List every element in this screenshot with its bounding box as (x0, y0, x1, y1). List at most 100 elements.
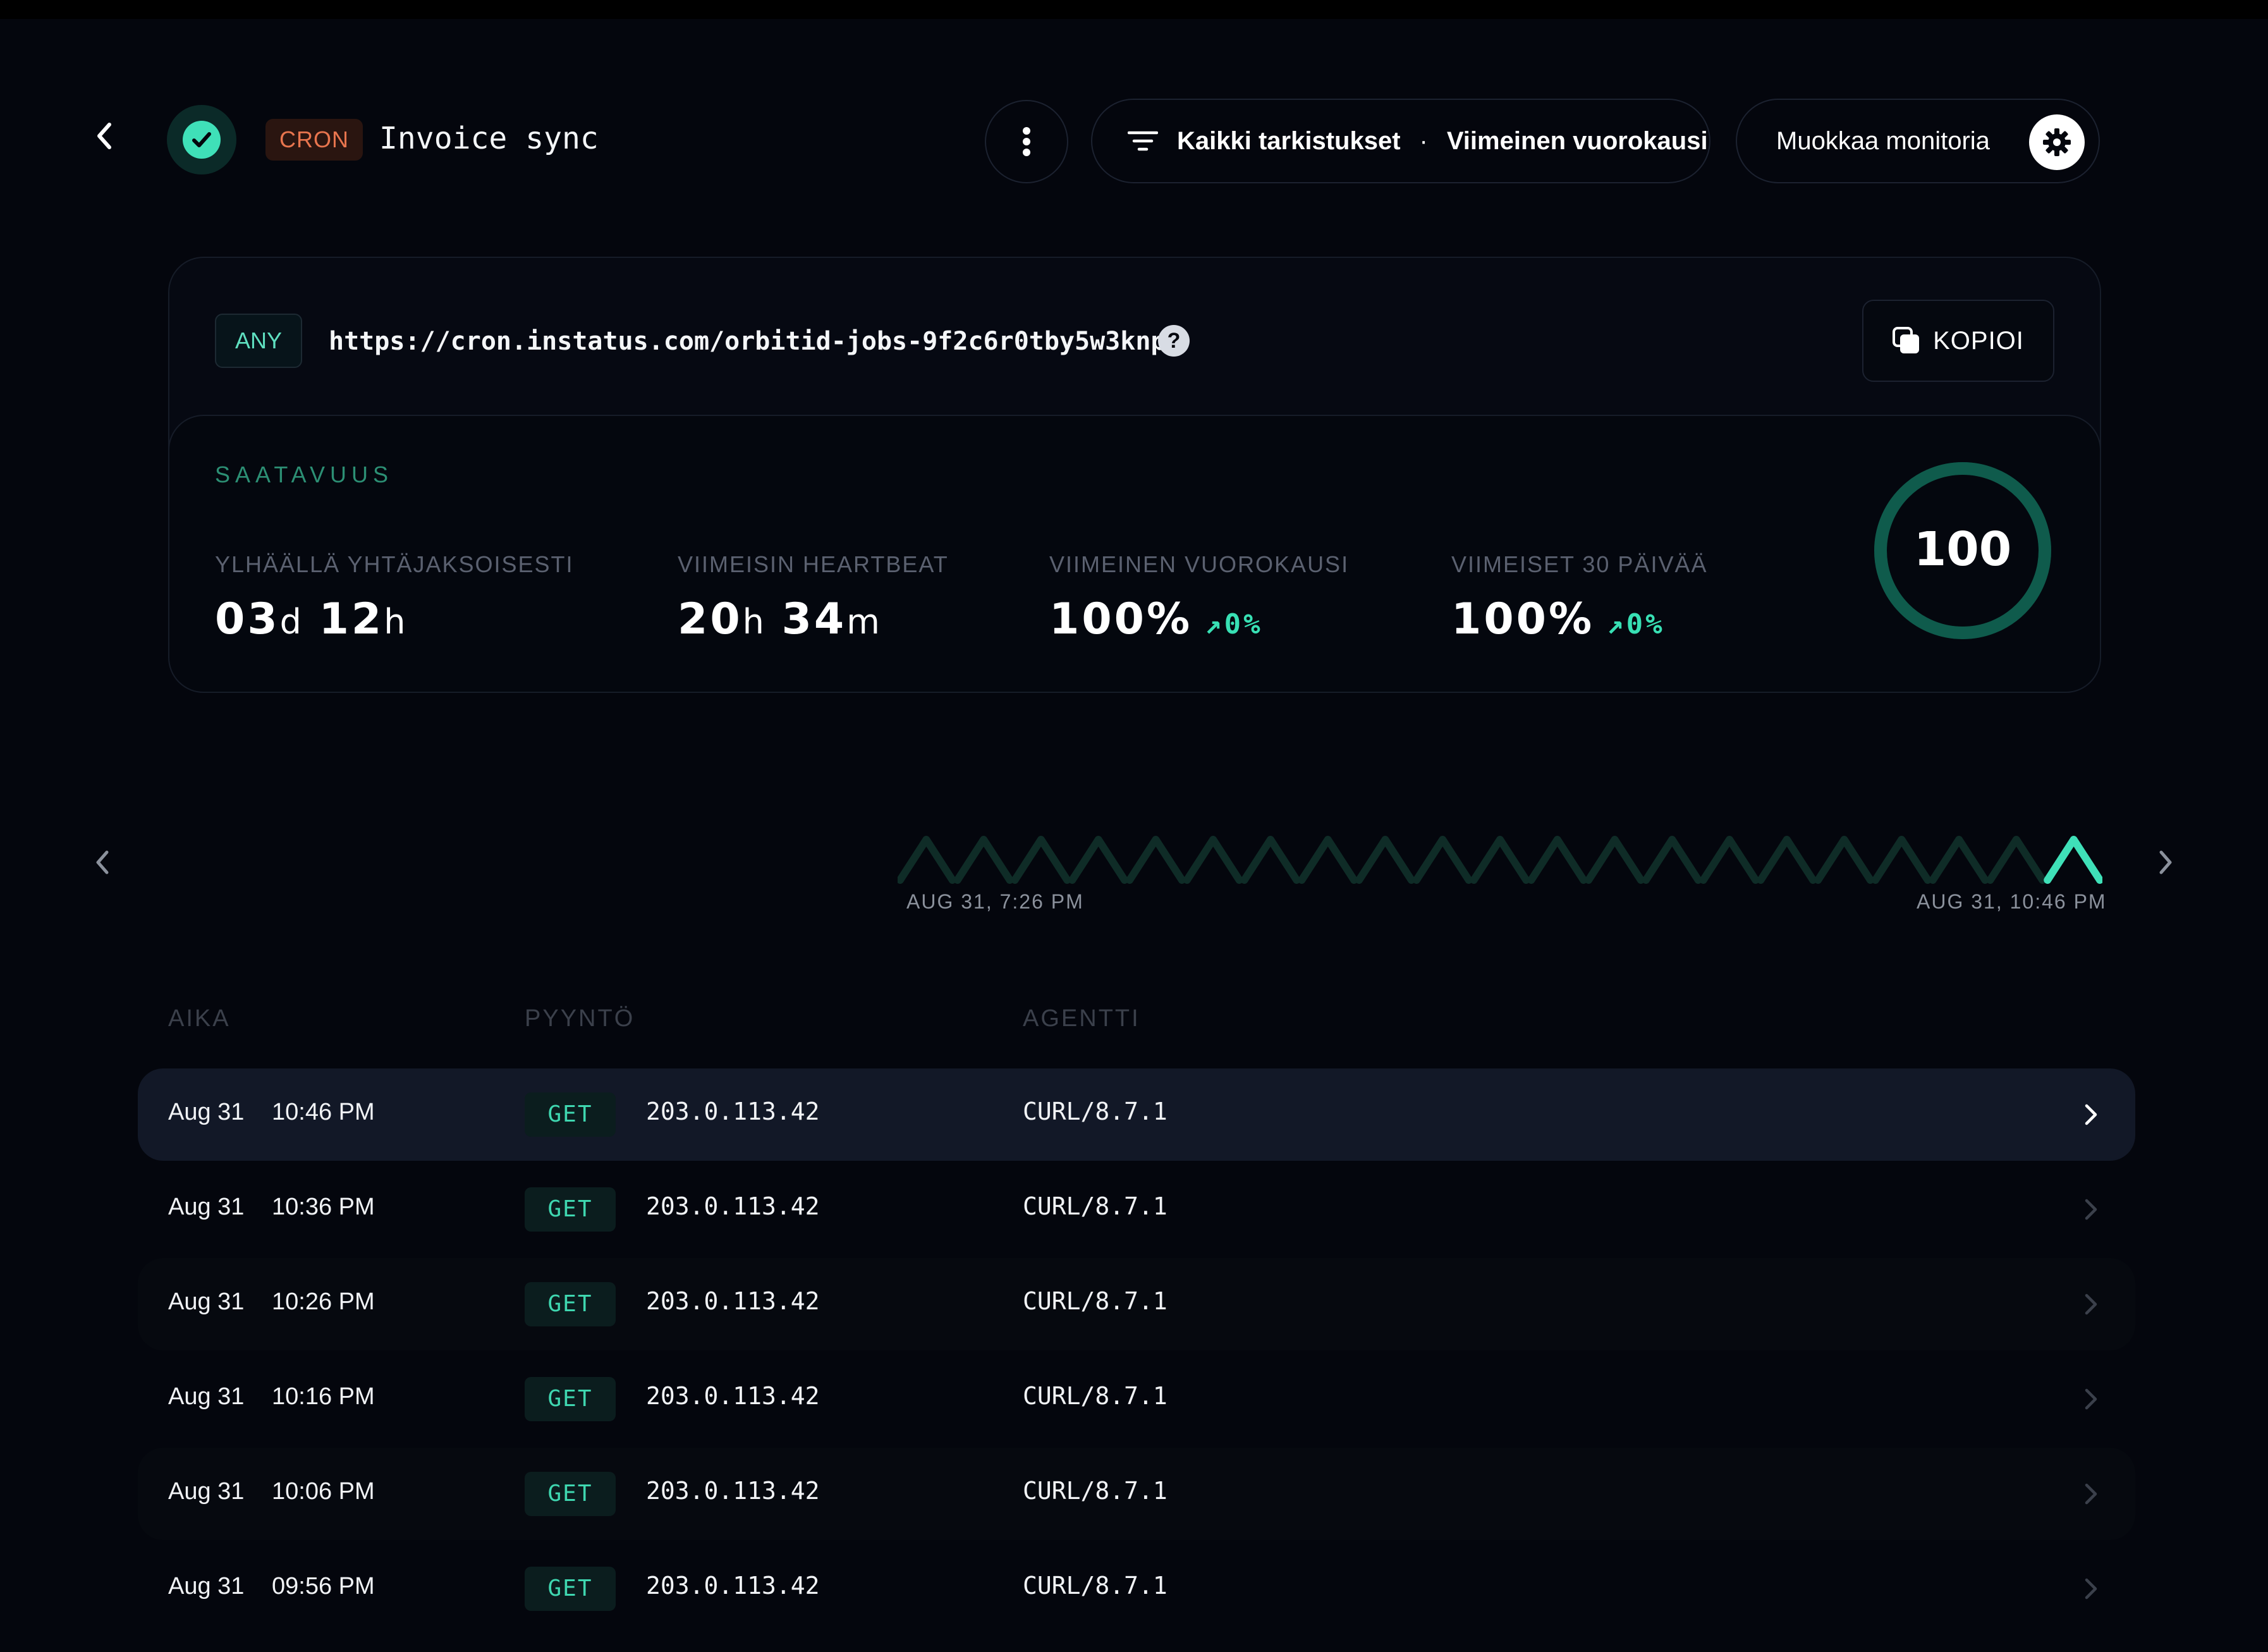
row-user-agent: CURL/8.7.1 (1023, 1477, 1168, 1505)
table-row[interactable]: Aug 31 09:56 PM GET 203.0.113.42 CURL/8.7.1 (138, 1543, 2135, 1635)
heartbeat-label: VIIMEISIN HEARTBEAT (678, 551, 949, 577)
availability-score: 100 (1914, 522, 2011, 577)
question-circle-icon[interactable]: ? (1158, 325, 1190, 357)
gear-icon (2029, 114, 2085, 170)
heartbeat-mark[interactable] (2044, 836, 2102, 884)
heartbeat-mark[interactable] (1183, 836, 1243, 884)
heartbeat-mark[interactable] (1527, 836, 1588, 884)
monitor-endpoint-card: ANY https://cron.instatus.com/orbitid-jo… (168, 257, 2101, 693)
timeline-next-button[interactable] (2147, 843, 2185, 881)
filter-checks-label: Kaikki tarkistukset (1177, 126, 1401, 155)
heartbeat-mark[interactable] (1929, 836, 1989, 884)
chevron-right-icon (2085, 1483, 2097, 1505)
row-user-agent: CURL/8.7.1 (1023, 1098, 1168, 1125)
heartbeat-hours-unit: h (742, 602, 764, 642)
row-user-agent: CURL/8.7.1 (1023, 1192, 1168, 1220)
month-uptime-percent: 100% (1451, 594, 1595, 644)
row-time: 10:06 PM (272, 1478, 375, 1505)
row-user-agent: CURL/8.7.1 (1023, 1287, 1168, 1315)
chevron-right-icon (2085, 1199, 2097, 1220)
row-date: Aug 31 (168, 1099, 245, 1125)
edit-monitor-label: Muokkaa monitoria (1776, 126, 1990, 155)
heartbeat-mark[interactable] (1355, 836, 1415, 884)
heartbeat-value: 20h 34m (678, 594, 949, 644)
copy-url-button[interactable]: KOPIOI (1862, 300, 2054, 382)
day-uptime-value: 100% ↗0% (1049, 594, 1349, 644)
table-row[interactable]: Aug 31 10:36 PM GET 203.0.113.42 CURL/8.7.1 (138, 1163, 2135, 1256)
copy-icon (1893, 327, 1920, 353)
heartbeat-mark[interactable] (1642, 836, 1702, 884)
row-ip-address: 203.0.113.42 (646, 1287, 820, 1315)
day-uptime-label: VIIMEINEN VUOROKAUSI (1049, 551, 1350, 577)
table-row[interactable]: Aug 31 10:06 PM GET 203.0.113.42 CURL/8.7.1 (138, 1448, 2135, 1540)
column-header-request[interactable]: PYYNTÖ (525, 1005, 635, 1032)
table-row[interactable]: Aug 31 10:16 PM GET 203.0.113.42 CURL/8.7.1 (138, 1353, 2135, 1445)
day-uptime-trend: ↗0% (1205, 608, 1262, 640)
month-uptime-trend: ↗0% (1607, 608, 1664, 640)
more-options-button[interactable] (985, 100, 1068, 183)
column-header-agent[interactable]: AGENTTI (1023, 1005, 1140, 1032)
heartbeat-mark[interactable] (1757, 836, 1817, 884)
heartbeat-mark[interactable] (1585, 836, 1645, 884)
edit-monitor-button[interactable]: Muokkaa monitoria (1736, 99, 2100, 183)
check-filter-button[interactable]: Kaikki tarkistukset · Viimeinen vuorokau… (1091, 99, 1710, 183)
month-uptime-stat: VIIMEISET 30 PÄIVÄÄ 100% ↗0% (1451, 551, 1708, 644)
row-ip-address: 203.0.113.42 (646, 1382, 820, 1410)
status-indicator (167, 105, 236, 174)
uptime-days: 03 (215, 594, 280, 644)
endpoint-url[interactable]: https://cron.instatus.com/orbitid-jobs-9… (329, 324, 1166, 359)
chevron-left-icon (97, 123, 111, 149)
row-ip-address: 203.0.113.42 (646, 1192, 820, 1220)
column-header-time[interactable]: AIKA (168, 1005, 231, 1032)
heartbeat-mark[interactable] (1871, 836, 1932, 884)
filter-lines-icon (1128, 131, 1158, 151)
month-uptime-value: 100% ↗0% (1451, 594, 1708, 644)
row-method-badge: GET (525, 1092, 616, 1137)
heartbeat-mark[interactable] (1412, 836, 1473, 884)
row-ip-address: 203.0.113.42 (646, 1098, 820, 1125)
heartbeat-timeline (898, 836, 2102, 884)
heartbeat-mark[interactable] (1126, 836, 1186, 884)
month-uptime-label: VIIMEISET 30 PÄIVÄÄ (1451, 551, 1708, 577)
row-time: 10:46 PM (272, 1099, 375, 1125)
row-method-badge: GET (525, 1187, 616, 1232)
availability-title: SAATAVUUS (215, 462, 394, 487)
back-button[interactable] (88, 120, 120, 152)
heartbeat-mark[interactable] (1298, 836, 1358, 884)
more-vertical-icon (1023, 127, 1030, 156)
trend-up-icon: ↗ (1205, 608, 1224, 640)
heartbeat-mark[interactable] (1814, 836, 1874, 884)
filter-separator: · (1419, 126, 1428, 155)
uptime-label: YLHÄÄLLÄ YHTÄJAKSOISESTI (215, 551, 574, 577)
copy-label: KOPIOI (1933, 326, 2024, 355)
window-top-strip (0, 0, 2268, 19)
uptime-value: 03d 12h (215, 594, 574, 644)
heartbeat-mark[interactable] (1470, 836, 1530, 884)
uptime-stat: YLHÄÄLLÄ YHTÄJAKSOISESTI 03d 12h (215, 551, 574, 644)
heartbeat-mark[interactable] (1068, 836, 1129, 884)
row-date: Aug 31 (168, 1573, 245, 1600)
timeline-start-label: AUG 31, 7:26 PM (906, 890, 1084, 913)
heartbeat-mark[interactable] (1240, 836, 1301, 884)
chevron-right-icon (2085, 1578, 2097, 1600)
row-method-badge: GET (525, 1377, 616, 1421)
day-trend-value: 0% (1224, 608, 1263, 640)
heartbeat-mark[interactable] (1699, 836, 1760, 884)
table-row[interactable]: Aug 31 10:46 PM GET 203.0.113.42 CURL/8.7.1 (138, 1068, 2135, 1161)
timeline-prev-button[interactable] (83, 843, 121, 881)
table-row[interactable]: Aug 31 10:26 PM GET 203.0.113.42 CURL/8.7.1 (138, 1258, 2135, 1350)
filter-range-label: Viimeinen vuorokausi (1446, 126, 1708, 155)
heartbeat-mark[interactable] (1011, 836, 1071, 884)
heartbeat-hours: 20 (678, 594, 743, 644)
heartbeat-mark[interactable] (898, 836, 956, 884)
row-time: 09:56 PM (272, 1573, 375, 1600)
availability-panel: SAATAVUUS YLHÄÄLLÄ YHTÄJAKSOISESTI 03d 1… (168, 415, 2101, 693)
heartbeat-mark[interactable] (953, 836, 1014, 884)
check-circle-icon (183, 121, 221, 159)
heartbeat-stat: VIIMEISIN HEARTBEAT 20h 34m (678, 551, 949, 644)
row-user-agent: CURL/8.7.1 (1023, 1382, 1168, 1410)
uptime-days-unit: d (279, 602, 302, 642)
heartbeat-minutes: 34 (781, 594, 847, 644)
day-uptime-stat: VIIMEINEN VUOROKAUSI 100% ↗0% (1049, 551, 1349, 644)
heartbeat-mark[interactable] (1986, 836, 2047, 884)
